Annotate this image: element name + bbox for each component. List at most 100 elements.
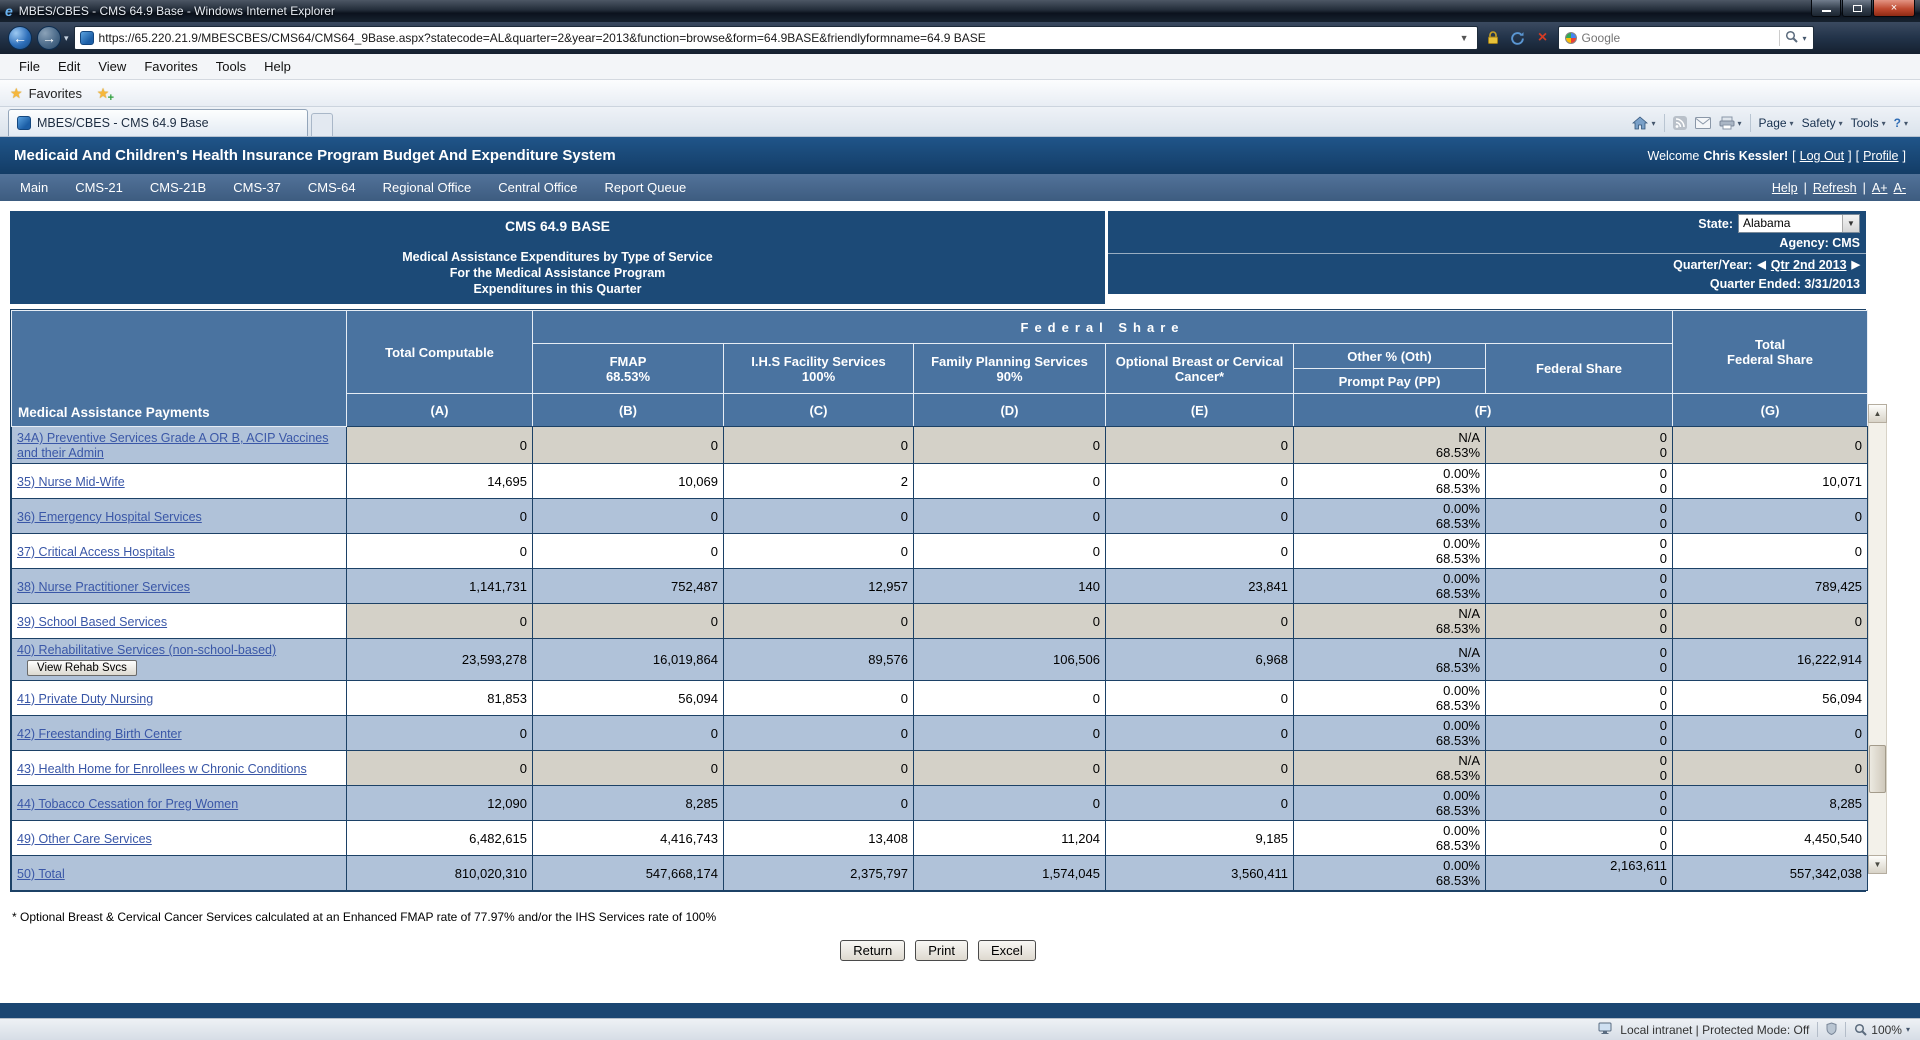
cell-total-federal-share: 4,450,540 <box>1672 820 1869 856</box>
stop-button[interactable]: × <box>1533 27 1553 49</box>
service-link[interactable]: 50) Total <box>17 867 65 881</box>
service-link[interactable]: 41) Private Duty Nursing <box>17 692 153 706</box>
favorites-button[interactable]: Favorites <box>27 86 88 101</box>
cell-fmap: 0 <box>532 715 724 751</box>
add-favorite-button[interactable]: ★ + <box>92 85 114 104</box>
page-menu-button[interactable]: Page ▾ <box>1759 116 1794 130</box>
rss-feed-icon[interactable] <box>1672 116 1687 130</box>
cell-breast-cervical-cancer: 9,185 <box>1105 820 1294 856</box>
scroll-up-button[interactable]: ▲ <box>1868 404 1887 423</box>
service-link[interactable]: 40) Rehabilitative Services (non-school-… <box>17 643 276 657</box>
column-letter-d: (D) <box>913 393 1106 427</box>
excel-button[interactable]: Excel <box>977 940 1036 961</box>
cell-total-computable: 0 <box>346 498 533 534</box>
cell-total-federal-share: 557,342,038 <box>1672 855 1869 891</box>
service-link[interactable]: 34A) Preventive Services Grade A OR B, A… <box>17 431 329 460</box>
next-quarter-icon[interactable]: ▶ <box>1852 258 1860 271</box>
column-letter-f: (F) <box>1292 393 1674 427</box>
service-link[interactable]: 42) Freestanding Birth Center <box>17 727 182 741</box>
service-link[interactable]: 38) Nurse Practitioner Services <box>17 580 190 594</box>
home-button[interactable]: ▾ <box>1632 116 1656 130</box>
cell-breast-cervical-cancer: 0 <box>1105 715 1294 751</box>
column-letter-e: (E) <box>1105 393 1294 427</box>
nav-item-cms-64[interactable]: CMS-64 <box>308 180 356 195</box>
back-button[interactable]: ← <box>8 26 32 50</box>
print-form-button[interactable]: Print <box>915 940 968 961</box>
forward-button[interactable]: → <box>37 26 61 50</box>
service-link[interactable]: 43) Health Home for Enrollees w Chronic … <box>17 762 307 776</box>
history-dropdown-icon[interactable]: ▾ <box>64 33 69 44</box>
service-link[interactable]: 39) School Based Services <box>17 615 167 629</box>
cell-service-label: 49) Other Care Services <box>11 820 347 856</box>
scroll-down-button[interactable]: ▼ <box>1868 855 1887 874</box>
browser-tab[interactable]: MBES/CBES - CMS 64.9 Base <box>8 109 308 136</box>
menu-item-favorites[interactable]: Favorites <box>135 56 206 77</box>
maximize-button[interactable] <box>1842 0 1872 17</box>
search-input[interactable]: Google ▾ <box>1557 26 1814 50</box>
safety-menu-button[interactable]: Safety ▾ <box>1802 116 1843 130</box>
profile-link[interactable]: Profile <box>1863 149 1898 163</box>
refresh-button[interactable] <box>1508 27 1528 49</box>
cell-total-federal-share: 0 <box>1672 498 1869 534</box>
previous-quarter-icon[interactable]: ◀ <box>1757 258 1765 271</box>
cell-federal-share: 00 <box>1484 426 1674 464</box>
table-row: 40) Rehabilitative Services (non-school-… <box>11 638 1869 681</box>
nav-item-main[interactable]: Main <box>20 180 48 195</box>
favorites-star-icon[interactable]: ★ <box>10 85 23 102</box>
menu-item-edit[interactable]: Edit <box>49 56 89 77</box>
help-link[interactable]: Help <box>1772 181 1798 195</box>
column-letter-b: (B) <box>532 393 724 427</box>
help-menu-button[interactable]: ? ▾ <box>1894 116 1908 130</box>
cell-other-prompt-pay: 0.00% 68.53% <box>1293 533 1486 569</box>
menu-item-tools[interactable]: Tools <box>207 56 255 77</box>
view-rehab-svcs-button[interactable]: View Rehab Svcs <box>27 660 137 676</box>
cell-federal-share: 00 <box>1484 750 1674 786</box>
print-button[interactable]: ▾ <box>1719 116 1742 130</box>
table-scrollbar[interactable]: ▲ ▼ <box>1868 404 1887 874</box>
nav-item-cms-37[interactable]: CMS-37 <box>233 180 281 195</box>
column-header-payments: Medical Assistance Payments <box>11 310 347 427</box>
font-increase-link[interactable]: A+ <box>1872 181 1888 195</box>
read-mail-button[interactable] <box>1694 117 1711 129</box>
logout-link[interactable]: Log Out <box>1800 149 1844 163</box>
cell-total-federal-share: 789,425 <box>1672 568 1869 604</box>
cell-other-prompt-pay: 0.00% 68.53% <box>1293 855 1486 891</box>
service-link[interactable]: 36) Emergency Hospital Services <box>17 510 202 524</box>
service-link[interactable]: 44) Tobacco Cessation for Preg Women <box>17 797 238 811</box>
quarter-link[interactable]: Qtr 2nd 2013 <box>1771 258 1847 272</box>
service-link[interactable]: 35) Nurse Mid-Wife <box>17 475 125 489</box>
tools-menu-button[interactable]: Tools ▾ <box>1851 116 1886 130</box>
site-favicon-icon <box>79 31 94 45</box>
service-link[interactable]: 37) Critical Access Hospitals <box>17 545 175 559</box>
menu-item-help[interactable]: Help <box>255 56 300 77</box>
nav-item-central-office[interactable]: Central Office <box>498 180 577 195</box>
scrollbar-track[interactable] <box>1868 423 1887 855</box>
nav-item-cms-21b[interactable]: CMS-21B <box>150 180 206 195</box>
scrollbar-thumb[interactable] <box>1869 745 1886 793</box>
cell-fmap: 4,416,743 <box>532 820 724 856</box>
cell-other-prompt-pay: 0.00% 68.53% <box>1293 680 1486 716</box>
service-link[interactable]: 49) Other Care Services <box>17 832 152 846</box>
menu-item-view[interactable]: View <box>89 56 135 77</box>
zoom-control[interactable]: 100% ▾ <box>1854 1023 1910 1037</box>
nav-item-report-queue[interactable]: Report Queue <box>605 180 687 195</box>
new-tab-button[interactable] <box>311 113 333 136</box>
font-decrease-link[interactable]: A- <box>1894 181 1907 195</box>
close-button[interactable]: × <box>1873 0 1915 17</box>
menu-item-file[interactable]: File <box>10 56 49 77</box>
cell-total-computable: 0 <box>346 533 533 569</box>
search-options-icon[interactable]: ▾ <box>1803 34 1807 43</box>
nav-item-cms-21[interactable]: CMS-21 <box>75 180 123 195</box>
url-input[interactable]: https://65.220.21.9/MBESCBES/CMS64/CMS64… <box>73 26 1478 50</box>
minimize-button[interactable] <box>1811 0 1841 17</box>
state-select[interactable]: Alabama ▼ <box>1738 214 1860 233</box>
url-dropdown-icon[interactable]: ▼ <box>1457 33 1472 43</box>
nav-item-regional-office[interactable]: Regional Office <box>383 180 472 195</box>
search-magnifier-icon[interactable] <box>1785 30 1798 46</box>
cell-service-label: 35) Nurse Mid-Wife <box>11 463 347 499</box>
column-header-total-computable: Total Computable <box>346 310 533 394</box>
return-button[interactable]: Return <box>840 940 906 961</box>
refresh-link[interactable]: Refresh <box>1813 181 1857 195</box>
cell-other-prompt-pay: N/A 68.53% <box>1293 638 1486 681</box>
state-select-arrow-icon[interactable]: ▼ <box>1842 215 1859 232</box>
